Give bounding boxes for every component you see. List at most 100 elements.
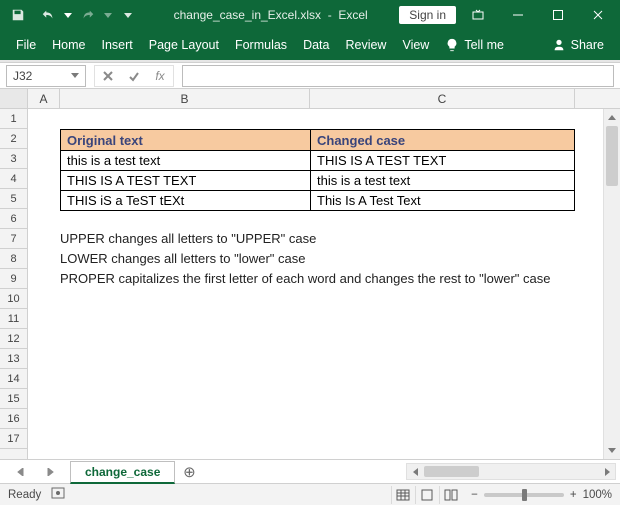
scroll-thumb[interactable] bbox=[606, 126, 618, 186]
row-header[interactable]: 17 bbox=[0, 429, 27, 449]
row-headers: 1 2 3 4 5 6 7 8 9 10 11 12 13 14 15 16 1… bbox=[0, 109, 28, 459]
formula-bar-input[interactable] bbox=[182, 65, 614, 87]
row-header[interactable]: 7 bbox=[0, 229, 27, 249]
table-cell[interactable]: this is a test text bbox=[61, 151, 311, 170]
view-normal-icon[interactable] bbox=[391, 486, 413, 504]
formula-cancel-icon[interactable] bbox=[95, 66, 121, 86]
sheet-nav-next-icon[interactable] bbox=[46, 465, 54, 479]
row-header[interactable]: 16 bbox=[0, 409, 27, 429]
formula-enter-icon[interactable] bbox=[121, 66, 147, 86]
zoom-slider[interactable] bbox=[484, 493, 564, 497]
scroll-right-icon[interactable] bbox=[598, 468, 615, 476]
tell-me-label: Tell me bbox=[464, 38, 504, 52]
filename: change_case_in_Excel.xlsx bbox=[174, 8, 321, 22]
formula-bar-row: J32 fx bbox=[0, 63, 620, 89]
note-text[interactable]: PROPER capitalizes the first letter of e… bbox=[60, 271, 550, 286]
table-cell[interactable]: this is a test text bbox=[311, 171, 574, 190]
tell-me-button[interactable]: Tell me bbox=[437, 30, 512, 60]
ribbon-tabs: File Home Insert Page Layout Formulas Da… bbox=[0, 30, 620, 60]
name-box[interactable]: J32 bbox=[6, 65, 86, 87]
share-button[interactable]: Share bbox=[544, 30, 612, 60]
cells-area[interactable]: Original text Changed case this is a tes… bbox=[28, 109, 603, 459]
tab-formulas[interactable]: Formulas bbox=[227, 30, 295, 60]
add-sheet-button[interactable]: ⊕ bbox=[175, 463, 203, 481]
column-headers: A B C bbox=[0, 89, 620, 109]
data-table: Original text Changed case this is a tes… bbox=[60, 129, 575, 211]
table-cell[interactable]: THIS IS A TEST TEXT bbox=[311, 151, 574, 170]
table-cell[interactable]: This Is A Test Text bbox=[311, 191, 574, 210]
view-page-break-icon[interactable] bbox=[439, 486, 461, 504]
row-header[interactable]: 5 bbox=[0, 189, 27, 209]
zoom-out-button[interactable]: − bbox=[471, 489, 478, 501]
horizontal-scrollbar[interactable] bbox=[406, 463, 616, 480]
table-cell[interactable]: THIS IS A TEST TEXT bbox=[61, 171, 311, 190]
undo-dropdown-icon[interactable] bbox=[64, 13, 72, 18]
select-all-corner[interactable] bbox=[0, 89, 28, 108]
titlebar: change_case_in_Excel.xlsx - Excel Sign i… bbox=[0, 0, 620, 30]
scroll-up-icon[interactable] bbox=[604, 109, 620, 126]
view-buttons bbox=[391, 486, 461, 504]
row-header[interactable]: 12 bbox=[0, 329, 27, 349]
row-header[interactable]: 4 bbox=[0, 169, 27, 189]
status-bar: Ready − + 100% bbox=[0, 483, 620, 505]
share-icon bbox=[552, 38, 566, 52]
tab-file[interactable]: File bbox=[8, 30, 44, 60]
zoom-in-button[interactable]: + bbox=[570, 489, 577, 501]
row-header[interactable]: 11 bbox=[0, 309, 27, 329]
save-icon[interactable] bbox=[4, 1, 32, 29]
row-header[interactable]: 14 bbox=[0, 369, 27, 389]
qat-customize-icon[interactable] bbox=[114, 1, 142, 29]
scroll-left-icon[interactable] bbox=[407, 468, 424, 476]
col-header-b[interactable]: B bbox=[60, 89, 310, 108]
maximize-icon[interactable] bbox=[540, 1, 576, 29]
close-icon[interactable] bbox=[580, 1, 616, 29]
redo-dropdown-icon[interactable] bbox=[104, 13, 112, 18]
name-box-value: J32 bbox=[13, 69, 32, 83]
macro-record-icon[interactable] bbox=[51, 487, 65, 502]
col-header-c[interactable]: C bbox=[310, 89, 575, 108]
col-header-a[interactable]: A bbox=[28, 89, 60, 108]
row-header[interactable]: 1 bbox=[0, 109, 27, 129]
row-header[interactable]: 6 bbox=[0, 209, 27, 229]
worksheet-grid: A B C 1 2 3 4 5 6 7 8 9 10 11 12 13 14 1… bbox=[0, 89, 620, 483]
ribbon-display-icon[interactable] bbox=[460, 1, 496, 29]
vertical-scrollbar[interactable] bbox=[603, 109, 620, 459]
note-text[interactable]: UPPER changes all letters to "UPPER" cas… bbox=[60, 231, 316, 246]
sheet-tab-active[interactable]: change_case bbox=[70, 461, 175, 484]
sheet-tab-bar: change_case ⊕ bbox=[0, 459, 620, 483]
table-header[interactable]: Original text bbox=[61, 130, 311, 150]
row-header[interactable]: 8 bbox=[0, 249, 27, 269]
zoom-control: − + 100% bbox=[471, 489, 612, 501]
fx-label[interactable]: fx bbox=[147, 66, 173, 86]
tab-home[interactable]: Home bbox=[44, 30, 93, 60]
zoom-level[interactable]: 100% bbox=[583, 489, 612, 501]
tab-data[interactable]: Data bbox=[295, 30, 337, 60]
redo-icon[interactable] bbox=[74, 1, 102, 29]
tab-review[interactable]: Review bbox=[337, 30, 394, 60]
view-page-layout-icon[interactable] bbox=[415, 486, 437, 504]
scroll-thumb[interactable] bbox=[424, 466, 479, 477]
row-header[interactable]: 9 bbox=[0, 269, 27, 289]
lightbulb-icon bbox=[445, 38, 459, 52]
scroll-down-icon[interactable] bbox=[604, 442, 620, 459]
minimize-icon[interactable] bbox=[500, 1, 536, 29]
note-text[interactable]: LOWER changes all letters to "lower" cas… bbox=[60, 251, 306, 266]
row-header[interactable]: 10 bbox=[0, 289, 27, 309]
tab-view[interactable]: View bbox=[394, 30, 437, 60]
row-header[interactable]: 2 bbox=[0, 129, 27, 149]
table-cell[interactable]: THIS iS a TeST tEXt bbox=[61, 191, 311, 210]
tab-page-layout[interactable]: Page Layout bbox=[141, 30, 227, 60]
status-ready: Ready bbox=[8, 489, 41, 501]
row-header[interactable]: 3 bbox=[0, 149, 27, 169]
tab-insert[interactable]: Insert bbox=[94, 30, 141, 60]
window-title: change_case_in_Excel.xlsx - Excel bbox=[142, 8, 399, 22]
name-box-dropdown-icon[interactable] bbox=[71, 73, 79, 78]
undo-icon[interactable] bbox=[34, 1, 62, 29]
row-header[interactable]: 13 bbox=[0, 349, 27, 369]
row-header[interactable]: 15 bbox=[0, 389, 27, 409]
sign-in-button[interactable]: Sign in bbox=[399, 6, 456, 24]
sheet-nav-prev-icon[interactable] bbox=[17, 465, 25, 479]
share-label: Share bbox=[571, 38, 604, 52]
table-header[interactable]: Changed case bbox=[311, 130, 574, 150]
app-name: Excel bbox=[338, 8, 367, 22]
